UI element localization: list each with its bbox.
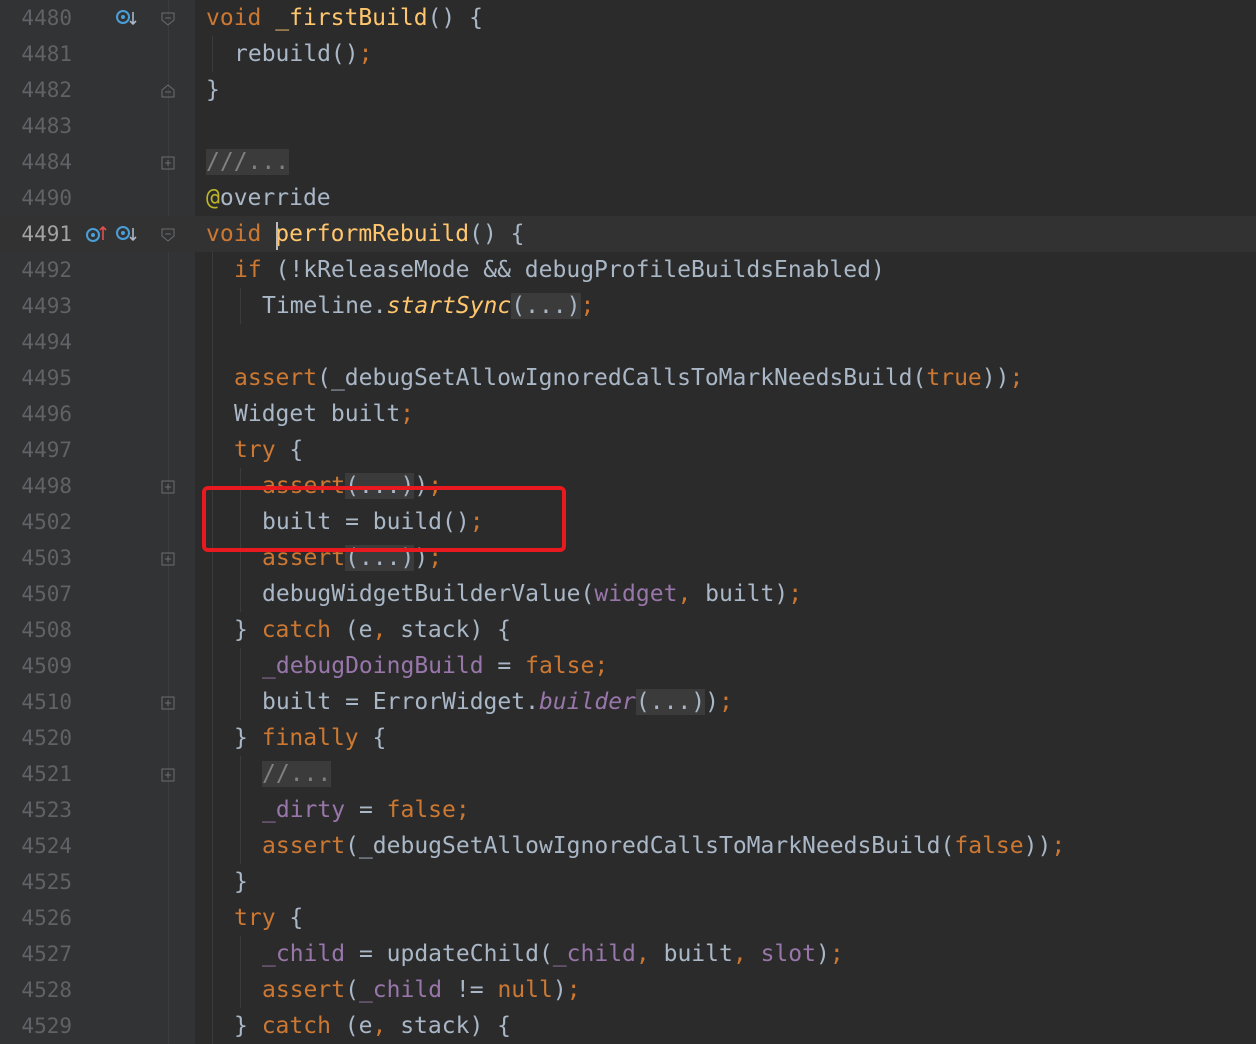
line-number: 4527 [21,942,72,966]
code-text: } catch (e, stack) { [234,617,511,643]
line-number: 4484 [21,150,72,174]
code-text: } [234,869,248,895]
line-number: 4507 [21,582,72,606]
text-caret [276,222,278,250]
line-number: 4490 [21,186,72,210]
code-line[interactable]: 4509 _debugDoingBuild = false; [0,648,1256,684]
line-number: 4492 [21,258,72,282]
code-line[interactable]: 4498 assert(...)); [0,468,1256,504]
code-line[interactable]: 4521 //... [0,756,1256,792]
line-number: 4503 [21,546,72,570]
code-text: built = ErrorWidget.builder(...)); [262,689,733,715]
code-line[interactable]: 4480 void _firstBuild() { [0,0,1256,36]
code-line[interactable]: 4507 debugWidgetBuilderValue(widget, bui… [0,576,1256,612]
fold-expand-icon[interactable] [161,480,175,494]
code-line[interactable]: 4528 assert(_child != null); [0,972,1256,1008]
line-number: 4498 [21,474,72,498]
code-text: Widget built; [234,401,415,427]
line-number: 4502 [21,510,72,534]
line-number: 4529 [21,1014,72,1038]
circle-arrow-down-icon[interactable] [114,6,138,30]
line-number: 4495 [21,366,72,390]
code-line[interactable]: 4482 } [0,72,1256,108]
fold-collapse-icon[interactable] [161,12,175,26]
code-line[interactable]: 4523 _dirty = false; [0,792,1256,828]
code-line[interactable]: 4529 } catch (e, stack) { [0,1008,1256,1044]
line-number: 4520 [21,726,72,750]
line-number: 4493 [21,294,72,318]
line-number: 4480 [21,6,72,30]
code-text: Timeline.startSync(...); [262,293,595,319]
folded-args: (...) [635,689,706,715]
code-text: _dirty = false; [262,797,470,823]
code-text: rebuild(); [234,41,373,67]
code-line[interactable]: 4502 built = build(); [0,504,1256,540]
code-line[interactable]: 4526 try { [0,900,1256,936]
code-text: debugWidgetBuilderValue(widget, built); [262,581,803,607]
fold-expand-icon[interactable] [161,696,175,710]
line-number: 4521 [21,762,72,786]
line-number: 4483 [21,114,72,138]
code-text: void _firstBuild() { [206,5,483,31]
code-line[interactable]: 4483 [0,108,1256,144]
code-line[interactable]: 4508 } catch (e, stack) { [0,612,1256,648]
code-text: assert(_debugSetAllowIgnoredCallsToMarkN… [262,833,1066,859]
line-number: 4497 [21,438,72,462]
code-line[interactable]: 4484 ///... [0,144,1256,180]
line-number: 4494 [21,330,72,354]
code-text: } finally { [234,725,387,751]
line-number: 4524 [21,834,72,858]
line-number: 4491 [21,222,72,246]
code-text: assert(_debugSetAllowIgnoredCallsToMarkN… [234,365,1024,391]
fold-expand-icon[interactable] [161,768,175,782]
circle-arrow-down-icon[interactable] [114,222,138,246]
circle-arrow-up-icon[interactable] [84,222,108,246]
current-line[interactable]: 4491 void performRebuild() { [0,216,1256,252]
code-line[interactable]: 4525 } [0,864,1256,900]
line-number: 4523 [21,798,72,822]
code-text: } catch (e, stack) { [234,1013,511,1039]
code-line[interactable]: 4490 @override [0,180,1256,216]
code-text: _debugDoingBuild = false; [262,653,609,679]
code-text: _child = updateChild(_child, built, slot… [262,941,844,967]
fold-expand-icon[interactable] [161,156,175,170]
folded-args: (...) [511,293,581,319]
line-number: 4508 [21,618,72,642]
line-number: 4526 [21,906,72,930]
code-text: } [206,77,220,103]
code-text: try { [234,437,304,463]
line-number: 4496 [21,402,72,426]
line-number: 4482 [21,78,72,102]
code-line[interactable]: 4494 [0,324,1256,360]
folded-comment[interactable]: //... [262,756,332,792]
code-line[interactable]: 4481 rebuild(); [0,36,1256,72]
code-line[interactable]: 4497 try { [0,432,1256,468]
code-text: @override [206,185,331,211]
code-editor[interactable]: 4480 void _firstBuild() { 4481 rebuild()… [0,0,1256,1044]
code-text: void performRebuild() { [206,221,525,247]
code-line[interactable]: 4495 assert(_debugSetAllowIgnoredCallsTo… [0,360,1256,396]
code-text: try { [234,905,304,931]
folded-doc-comment[interactable]: ///... [206,144,290,180]
highlight-annotation-box [202,486,566,552]
code-text: if (!kReleaseMode && debugProfileBuildsE… [234,257,885,283]
line-number: 4481 [21,42,72,66]
code-line[interactable]: 4493 Timeline.startSync(...); [0,288,1256,324]
fold-end-icon[interactable] [161,84,175,98]
fold-expand-icon[interactable] [161,552,175,566]
line-number: 4525 [21,870,72,894]
code-text: assert(_child != null); [262,977,581,1003]
code-line[interactable]: 4510 built = ErrorWidget.builder(...)); [0,684,1256,720]
line-number: 4509 [21,654,72,678]
fold-collapse-icon[interactable] [161,228,175,242]
line-number: 4510 [21,690,72,714]
code-line[interactable]: 4496 Widget built; [0,396,1256,432]
code-line[interactable]: 4492 if (!kReleaseMode && debugProfileBu… [0,252,1256,288]
code-line[interactable]: 4524 assert(_debugSetAllowIgnoredCallsTo… [0,828,1256,864]
code-line[interactable]: 4527 _child = updateChild(_child, built,… [0,936,1256,972]
line-number: 4528 [21,978,72,1002]
code-line[interactable]: 4503 assert(...)); [0,540,1256,576]
code-line[interactable]: 4520 } finally { [0,720,1256,756]
